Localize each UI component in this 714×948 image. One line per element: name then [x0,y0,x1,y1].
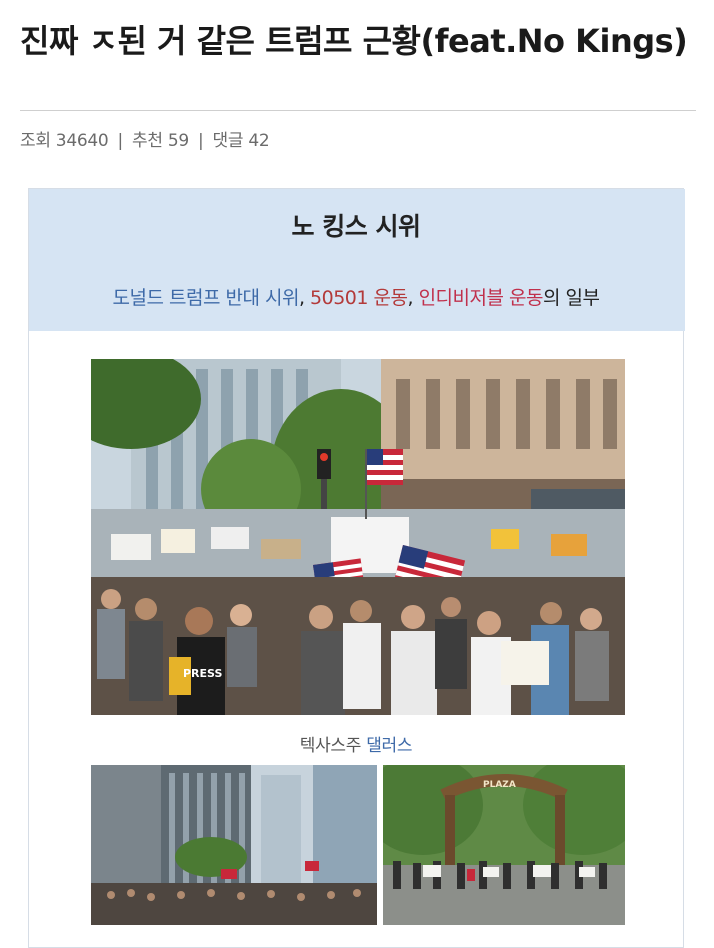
meta-separator: | [117,131,124,151]
photo-caption: 텍사스주 댈러스 [29,731,683,756]
comments-label: 댓글 [212,131,244,151]
press-vest-text: PRESS [183,667,222,680]
park-protest-image: PLAZA [383,765,625,925]
link-dallas[interactable]: 댈러스 [366,736,412,756]
recommend-label: 추천 [132,131,163,151]
caption-prefix: 텍사스주 [299,736,367,756]
infobox-heading: 노 킹스 시위 [291,212,421,241]
views-label: 조회 [20,131,51,151]
subtitle-comma: , [298,287,311,309]
city-protest-image [91,765,377,925]
recommend-count: 59 [167,131,189,151]
link-indivisible-movement[interactable]: 인디비저블 운동 [419,287,544,309]
meta-separator: | [198,131,204,151]
link-anti-trump-protest[interactable]: 도널드 트럼프 반대 시위 [113,287,300,309]
park-protest-photo[interactable]: PLAZA [383,765,625,925]
post-title: 진짜 ㅈ된 거 같은 트럼프 근황(feat.No Kings) [20,22,688,60]
link-50501-movement[interactable]: 50501 운동 [310,287,408,309]
comments-count: 42 [248,131,270,151]
subtitle-tail: 의 일부 [542,287,600,309]
infobox-subtitle: 도널드 트럼프 반대 시위, 50501 운동, 인디비저블 운동의 일부 [29,283,683,310]
infobox-card: 노 킹스 시위 도널드 트럼프 반대 시위, 50501 운동, 인디비저블 운… [28,188,685,948]
gate-sign-text: PLAZA [483,780,516,790]
city-protest-photo[interactable] [91,765,377,925]
infobox-header: 노 킹스 시위 도널드 트럼프 반대 시위, 50501 운동, 인디비저블 운… [29,189,685,331]
dallas-protest-photo[interactable]: PRESS [91,359,625,715]
views-count: 34640 [55,131,109,151]
post-meta: 조회 34640 | 추천 59 | 댓글 42 [20,126,270,151]
title-divider [20,110,696,111]
subtitle-comma: , [407,287,419,309]
dallas-protest-image: PRESS [91,359,625,715]
